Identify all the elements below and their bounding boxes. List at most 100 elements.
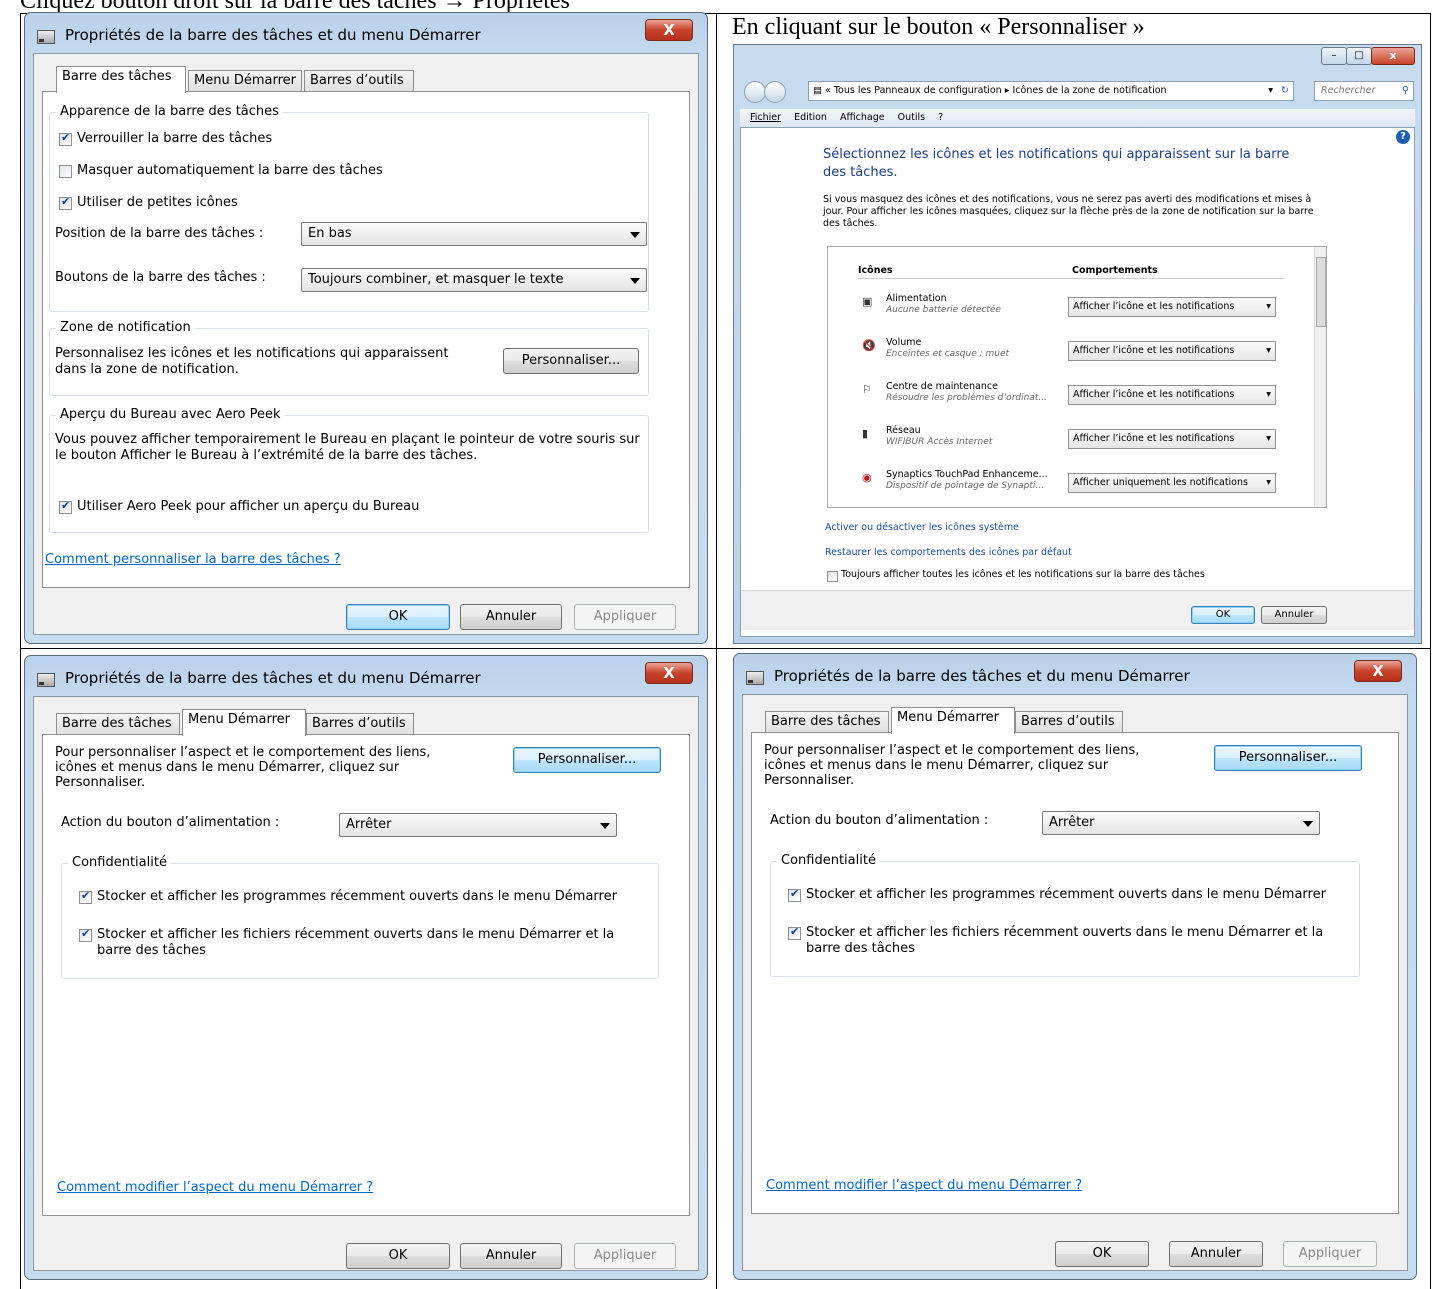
ok-button[interactable]: OK bbox=[1055, 1241, 1149, 1267]
behavior-select[interactable]: Afficher l’icône et les notifications ▾ bbox=[1068, 297, 1276, 317]
buttons-select[interactable]: Toujours combiner, et masquer le texte bbox=[301, 268, 647, 292]
aero-peek-group-label: Aperçu du Bureau avec Aero Peek bbox=[56, 407, 285, 422]
chevron-down-icon: ▾ bbox=[1268, 85, 1273, 96]
tab-taskbar[interactable]: Barre des tâches bbox=[56, 713, 180, 735]
behavior-select[interactable]: Afficher uniquement les notifications ▾ bbox=[1068, 473, 1276, 493]
menu-tools[interactable]: Outils bbox=[898, 112, 925, 123]
apply-button[interactable]: Appliquer bbox=[574, 604, 676, 630]
customize-start-button[interactable]: Personnaliser... bbox=[513, 747, 661, 773]
close-button[interactable]: x bbox=[1371, 47, 1415, 65]
position-label: Position de la barre des tâches : bbox=[55, 226, 264, 241]
store-programs-label: Stocker et afficher les programmes récem… bbox=[806, 887, 1326, 902]
title-bar: Propriétés de la barre des tâches et du … bbox=[25, 656, 707, 696]
tab-toolbars[interactable]: Barres d’outils bbox=[304, 70, 414, 92]
power-select[interactable]: Arrêter bbox=[339, 813, 617, 837]
help-icon[interactable]: ? bbox=[1396, 130, 1410, 144]
behavior-select[interactable]: Afficher l’icône et les notifications ▾ bbox=[1068, 429, 1276, 449]
icons-list: Icônes Comportements ▣ Alimentation Aucune… bbox=[827, 246, 1327, 508]
back-button[interactable] bbox=[744, 81, 766, 103]
maximize-button[interactable]: □ bbox=[1346, 47, 1372, 65]
start-help-link[interactable]: Comment modifier l’aspect du menu Démarr… bbox=[57, 1180, 373, 1195]
tab-start-menu[interactable]: Menu Démarrer bbox=[891, 707, 1015, 734]
customize-notifications-button[interactable]: Personnaliser... bbox=[503, 348, 639, 374]
dialog-title: Propriétés de la barre des tâches et du … bbox=[65, 26, 481, 44]
cancel-button[interactable]: Annuler bbox=[460, 604, 562, 630]
start-menu-dialog-left: Propriétés de la barre des tâches et du … bbox=[24, 655, 708, 1280]
cpl-cancel-button[interactable]: Annuler bbox=[1261, 606, 1327, 624]
folder-icon: ▤ bbox=[813, 85, 825, 96]
customize-start-button[interactable]: Personnaliser... bbox=[1214, 745, 1362, 771]
always-show-checkbox[interactable] bbox=[827, 571, 838, 582]
ok-button[interactable]: OK bbox=[346, 604, 450, 630]
tab-start-menu[interactable]: Menu Démarrer bbox=[182, 709, 306, 736]
close-button[interactable]: X bbox=[645, 662, 693, 684]
start-menu-dialog-right: Propriétés de la barre des tâches et du … bbox=[733, 653, 1417, 1280]
scrollbar[interactable] bbox=[1314, 247, 1326, 507]
power-label: Action du bouton d’alimentation : bbox=[770, 813, 989, 828]
icon-row: ▣ Alimentation Aucune batterie détectée Aff… bbox=[828, 291, 1314, 331]
start-help-link[interactable]: Comment modifier l’aspect du menu Démarr… bbox=[766, 1178, 1082, 1193]
system-icons-link[interactable]: Activer ou désactiver les icônes système bbox=[825, 522, 1019, 533]
chevron-down-icon bbox=[1303, 821, 1313, 827]
start-intro-text: Pour personnaliser l’aspect et le compor… bbox=[764, 743, 1140, 788]
col-header-icons: Icônes bbox=[858, 265, 893, 276]
row-sub: Aucune batterie détectée bbox=[886, 305, 1001, 315]
chevron-down-icon: ▾ bbox=[1266, 389, 1271, 400]
ok-button[interactable]: OK bbox=[346, 1243, 450, 1269]
minimize-button[interactable]: – bbox=[1321, 47, 1347, 65]
behavior-select[interactable]: Afficher l’icône et les notifications ▾ bbox=[1068, 341, 1276, 361]
col-header-behaviors: Comportements bbox=[1072, 265, 1158, 276]
cpl-ok-button[interactable]: OK bbox=[1191, 606, 1255, 624]
scroll-thumb[interactable] bbox=[1316, 257, 1326, 327]
address-bar[interactable]: ▤ « Tous les Panneaux de configuration ▸… bbox=[808, 81, 1294, 101]
icon-row: ⚐ Centre de maintenance Résoudre les probl… bbox=[828, 379, 1314, 419]
autohide-checkbox[interactable] bbox=[59, 165, 72, 178]
restore-defaults-link[interactable]: Restaurer les comportements des icônes p… bbox=[825, 547, 1072, 558]
tab-taskbar[interactable]: Barre des tâches bbox=[765, 711, 889, 733]
help-link[interactable]: Comment personnaliser la barre des tâche… bbox=[45, 552, 341, 567]
apply-button[interactable]: Appliquer bbox=[1283, 1241, 1377, 1267]
store-files-checkbox[interactable] bbox=[788, 925, 801, 940]
tab-taskbar[interactable]: Barre des tâches bbox=[56, 66, 186, 93]
network-icon: ▮ bbox=[862, 427, 869, 440]
store-files-checkbox[interactable] bbox=[79, 927, 92, 942]
tab-toolbars[interactable]: Barres d’outils bbox=[1015, 711, 1123, 733]
appearance-group-label: Apparence de la barre des tâches bbox=[56, 104, 283, 119]
behavior-value: Afficher l’icône et les notifications bbox=[1073, 389, 1235, 400]
menu-edit[interactable]: Edition bbox=[794, 112, 827, 123]
close-button[interactable]: X bbox=[1354, 660, 1402, 682]
cancel-button[interactable]: Annuler bbox=[1169, 1241, 1263, 1267]
position-select[interactable]: En bas bbox=[301, 222, 647, 246]
tab-toolbars[interactable]: Barres d’outils bbox=[306, 713, 414, 735]
menu-file[interactable]: Fichier bbox=[750, 112, 781, 123]
menu-help[interactable]: ? bbox=[938, 112, 943, 123]
store-programs-checkbox[interactable] bbox=[788, 887, 801, 902]
menu-view[interactable]: Affichage bbox=[840, 112, 885, 123]
icon-row: ▮ Réseau WIFIBUR Accès Internet Afficher l’… bbox=[828, 423, 1314, 463]
power-select[interactable]: Arrêter bbox=[1042, 811, 1320, 835]
cancel-button[interactable]: Annuler bbox=[460, 1243, 562, 1269]
behavior-value: Afficher l’icône et les notifications bbox=[1073, 345, 1235, 356]
lock-taskbar-checkbox[interactable] bbox=[59, 131, 72, 146]
dialog-title: Propriétés de la barre des tâches et du … bbox=[774, 667, 1190, 685]
forward-button[interactable] bbox=[764, 81, 786, 103]
title-bar: Propriétés de la barre des tâches et du … bbox=[25, 13, 707, 53]
search-box[interactable]: Rechercher ⚲ bbox=[1314, 81, 1414, 101]
volume-icon: 🔇 bbox=[862, 339, 876, 352]
taskbar-tab-panel: Apparence de la barre des tâches Verroui… bbox=[42, 91, 690, 588]
taskbar-properties-dialog: Propriétés de la barre des tâches et du … bbox=[24, 12, 708, 644]
apply-button[interactable]: Appliquer bbox=[574, 1243, 676, 1269]
aero-peek-checkbox[interactable] bbox=[59, 499, 72, 514]
store-programs-checkbox[interactable] bbox=[79, 889, 92, 904]
tab-start-menu[interactable]: Menu Démarrer bbox=[188, 70, 302, 92]
close-button[interactable]: X bbox=[645, 19, 693, 41]
behavior-select[interactable]: Afficher l’icône et les notifications ▾ bbox=[1068, 385, 1276, 405]
small-icons-checkbox[interactable] bbox=[59, 195, 72, 210]
power-value: Arrêter bbox=[1049, 815, 1095, 830]
notification-text: Personnalisez les icônes et les notifica… bbox=[55, 346, 449, 377]
refresh-icon[interactable]: ↻ bbox=[1281, 82, 1289, 100]
buttons-label: Boutons de la barre des tâches : bbox=[55, 270, 266, 285]
search-icon: ⚲ bbox=[1402, 85, 1409, 96]
chevron-down-icon: ▾ bbox=[1266, 477, 1271, 488]
power-value: Arrêter bbox=[346, 817, 392, 832]
